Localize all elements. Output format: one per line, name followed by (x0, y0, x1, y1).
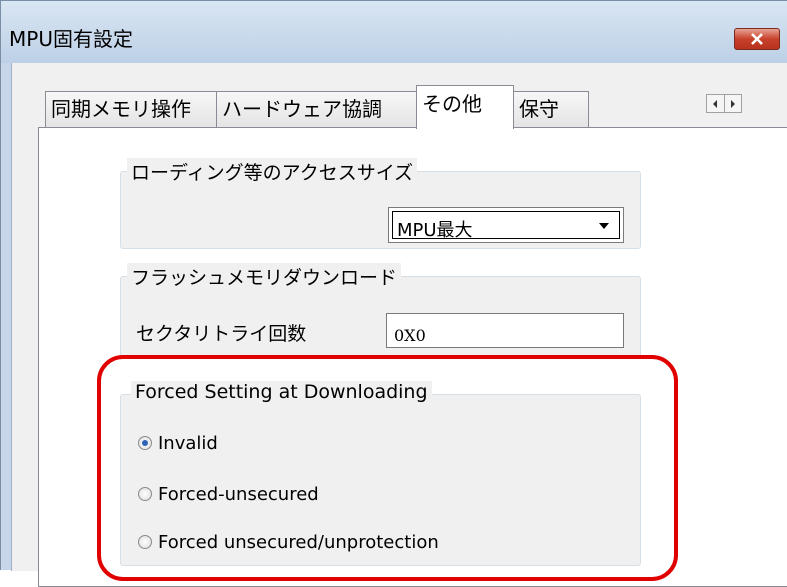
tab-maintenance[interactable]: 保守 (513, 91, 589, 127)
close-icon (751, 33, 763, 45)
flash-download-group-label: フラッシュメモリダウンロード (127, 263, 402, 290)
tab-label: その他 (422, 92, 482, 116)
window-title: MPU固有設定 (9, 27, 133, 51)
arrow-left-icon (713, 99, 718, 108)
radio-label: Invalid (158, 432, 218, 454)
dialog-window: MPU固有設定 同期メモリ操作 ハードウェア協調 その他 保守 ローディング等の… (0, 0, 787, 587)
tab-scroll-left-button[interactable] (707, 95, 725, 112)
arrow-right-icon (730, 99, 735, 108)
sector-retry-input[interactable]: 0X0 (386, 313, 624, 348)
radio-invalid[interactable]: Invalid (138, 431, 218, 455)
access-size-dropdown[interactable]: MPU最大 (388, 207, 624, 243)
chevron-down-icon (599, 223, 609, 229)
radio-forced-unsecured-unprotection[interactable]: Forced unsecured/unprotection (138, 530, 439, 554)
radio-label: Forced-unsecured (158, 483, 319, 505)
access-size-group-label: ローディング等のアクセスサイズ (127, 158, 418, 185)
tab-other[interactable]: その他 (416, 85, 514, 129)
tab-hardware[interactable]: ハードウェア協調 (216, 91, 417, 127)
close-button[interactable] (734, 28, 780, 50)
radio-button-icon (138, 487, 152, 501)
radio-label: Forced unsecured/unprotection (158, 531, 439, 553)
radio-button-icon (138, 535, 152, 549)
tab-scroll-buttons (706, 94, 742, 113)
title-bar[interactable]: MPU固有設定 (1, 1, 787, 63)
radio-button-icon (138, 436, 152, 450)
tab-scroll-right-button[interactable] (725, 95, 742, 112)
sector-retry-label: セクタリトライ回数 (136, 323, 307, 345)
forced-setting-group-label: Forced Setting at Downloading (131, 381, 432, 403)
tab-label: 同期メモリ操作 (51, 97, 191, 121)
tab-sync-memory[interactable]: 同期メモリ操作 (45, 91, 217, 127)
tab-label: 保守 (519, 97, 559, 121)
tab-label: ハードウェア協調 (222, 97, 382, 121)
access-size-selected-value: MPU最大 (397, 220, 473, 241)
radio-forced-unsecured[interactable]: Forced-unsecured (138, 482, 319, 506)
